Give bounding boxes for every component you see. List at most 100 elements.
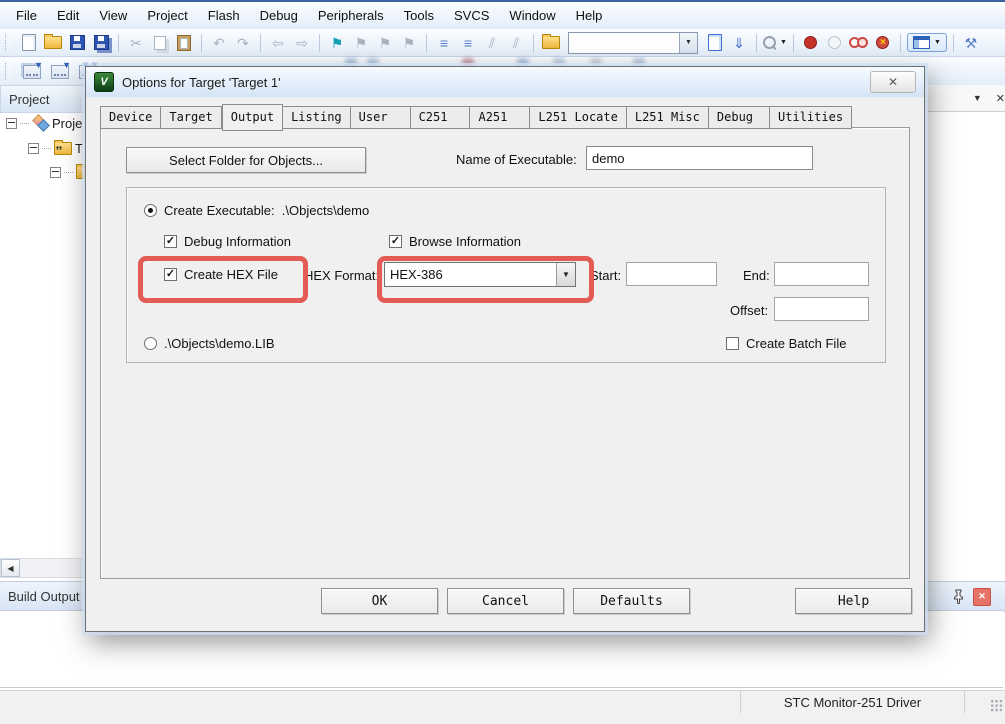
create-batch-row[interactable]: Create Batch File: [726, 336, 846, 351]
scroll-left-icon[interactable]: ◀: [1, 559, 20, 577]
create-batch-checkbox[interactable]: [726, 337, 739, 350]
redo-icon[interactable]: ↷: [232, 32, 254, 54]
menu-tools[interactable]: Tools: [394, 5, 444, 26]
toolbar-separator: [533, 34, 534, 52]
tree-label[interactable]: Proje: [52, 116, 82, 131]
panel-chevron-down-icon[interactable]: ▼: [973, 93, 982, 103]
browse-information-checkbox[interactable]: ✓: [389, 235, 402, 248]
panel-close-icon[interactable]: ✕: [996, 92, 1005, 105]
select-folder-button[interactable]: Select Folder for Objects...: [126, 147, 366, 173]
pin-icon[interactable]: [952, 589, 965, 604]
tab-output[interactable]: Output: [222, 104, 283, 131]
tab-l251-misc[interactable]: L251 Misc: [627, 106, 709, 129]
collapse-icon[interactable]: [6, 118, 17, 129]
window-layout-icon[interactable]: ▼: [907, 33, 947, 52]
prev-bookmark-icon[interactable]: ⚑: [350, 32, 372, 54]
create-executable-radio[interactable]: [144, 204, 157, 217]
collapse-icon[interactable]: [50, 167, 61, 178]
resize-grip[interactable]: [990, 699, 1003, 712]
ok-button[interactable]: OK: [321, 588, 438, 614]
tab-listing[interactable]: Listing: [283, 106, 351, 129]
status-bar: STC Monitor-251 Driver: [0, 690, 1005, 714]
create-executable-radio-row[interactable]: Create Executable: .\Objects\demo: [144, 203, 369, 218]
help-button-label: Help: [838, 594, 869, 609]
debug-information-checkbox[interactable]: ✓: [164, 235, 177, 248]
menu-debug[interactable]: Debug: [250, 5, 308, 26]
lib-radio-row[interactable]: .\Objects\demo.LIB: [144, 336, 275, 351]
find-in-folder-icon[interactable]: [540, 32, 562, 54]
start-input[interactable]: [626, 262, 717, 286]
open-file-icon[interactable]: [42, 32, 64, 54]
comment-icon[interactable]: ⫽: [481, 32, 503, 54]
search-input[interactable]: [569, 33, 679, 53]
navigate-back-icon[interactable]: ⇦: [267, 32, 289, 54]
tree-label[interactable]: T: [75, 141, 83, 156]
tab-c251[interactable]: C251: [411, 106, 471, 129]
menu-window[interactable]: Window: [499, 5, 565, 26]
kill-all-breakpoints-icon[interactable]: [872, 32, 894, 54]
tree-row-project[interactable]: Proje: [6, 113, 82, 133]
navigate-forward-icon[interactable]: ⇨: [291, 32, 313, 54]
offset-input[interactable]: [774, 297, 869, 321]
save-icon[interactable]: [66, 32, 88, 54]
incremental-find-icon[interactable]: ⇓: [728, 32, 750, 54]
copy-icon[interactable]: [149, 32, 171, 54]
toolbar-grip: [5, 34, 10, 51]
uncomment-icon[interactable]: ⫽: [505, 32, 527, 54]
disable-all-breakpoints-icon[interactable]: [848, 32, 870, 54]
menu-help[interactable]: Help: [566, 5, 613, 26]
tab-a251[interactable]: A251: [470, 106, 530, 129]
indent-icon[interactable]: ≡: [457, 32, 479, 54]
save-all-icon[interactable]: [90, 32, 112, 54]
cancel-button[interactable]: Cancel: [447, 588, 564, 614]
undo-icon[interactable]: ↶: [208, 32, 230, 54]
insert-bookmark-icon[interactable]: ⚑: [326, 32, 348, 54]
hex-format-label: HEX Format:: [304, 268, 379, 283]
unindent-icon[interactable]: ≡: [433, 32, 455, 54]
hex-format-dropdown-icon[interactable]: ▼: [556, 263, 575, 286]
clear-bookmarks-icon[interactable]: ⚑: [398, 32, 420, 54]
create-hex-checkbox[interactable]: ✓: [164, 268, 177, 281]
hex-format-dropdown[interactable]: HEX-386 ▼: [384, 262, 576, 287]
toggle-breakpoint-icon[interactable]: [800, 32, 822, 54]
paste-icon[interactable]: [173, 32, 195, 54]
menu-svcs[interactable]: SVCS: [444, 5, 499, 26]
browse-information-row[interactable]: ✓ Browse Information: [389, 234, 521, 249]
build-icon[interactable]: ▼: [48, 60, 72, 82]
translate-icon[interactable]: ▼: [20, 60, 44, 82]
help-button[interactable]: Help: [795, 588, 912, 614]
dialog-close-icon[interactable]: ✕: [870, 71, 916, 93]
build-output-close-icon[interactable]: ✕: [973, 588, 991, 606]
menu-flash[interactable]: Flash: [198, 5, 250, 26]
find-in-files-icon[interactable]: [704, 32, 726, 54]
search-combobox[interactable]: ▼: [568, 32, 698, 54]
collapse-icon[interactable]: [28, 143, 39, 154]
debug-information-row[interactable]: ✓ Debug Information: [164, 234, 291, 249]
menu-edit[interactable]: Edit: [47, 5, 89, 26]
menu-project[interactable]: Project: [137, 5, 197, 26]
name-of-executable-input[interactable]: [586, 146, 813, 170]
search-magnifier-icon[interactable]: ▼: [763, 32, 787, 54]
menu-view[interactable]: View: [89, 5, 137, 26]
breakpoint-empty-icon[interactable]: [824, 32, 846, 54]
tab-device[interactable]: Device: [100, 106, 161, 129]
tab-l251-locate[interactable]: L251 Locate: [530, 106, 626, 129]
select-folder-button-label: Select Folder for Objects...: [169, 153, 323, 168]
dialog-title-bar[interactable]: V Options for Target 'Target 1' ✕: [86, 67, 924, 97]
new-file-icon[interactable]: [18, 32, 40, 54]
tab-utilities[interactable]: Utilities: [770, 106, 852, 129]
create-hex-row[interactable]: ✓ Create HEX File: [164, 267, 278, 282]
tab-target[interactable]: Target: [161, 106, 221, 129]
search-combo-dropdown-icon[interactable]: ▼: [679, 33, 697, 53]
menu-peripherals[interactable]: Peripherals: [308, 5, 394, 26]
tree-row-target[interactable]: T: [28, 138, 83, 158]
tab-user[interactable]: User: [351, 106, 411, 129]
defaults-button[interactable]: Defaults: [573, 588, 690, 614]
configure-tools-icon[interactable]: ⚒: [960, 32, 982, 54]
lib-radio[interactable]: [144, 337, 157, 350]
cut-icon[interactable]: ✂: [125, 32, 147, 54]
next-bookmark-icon[interactable]: ⚑: [374, 32, 396, 54]
end-input[interactable]: [774, 262, 869, 286]
menu-file[interactable]: File: [6, 5, 47, 26]
tab-debug[interactable]: Debug: [709, 106, 770, 129]
